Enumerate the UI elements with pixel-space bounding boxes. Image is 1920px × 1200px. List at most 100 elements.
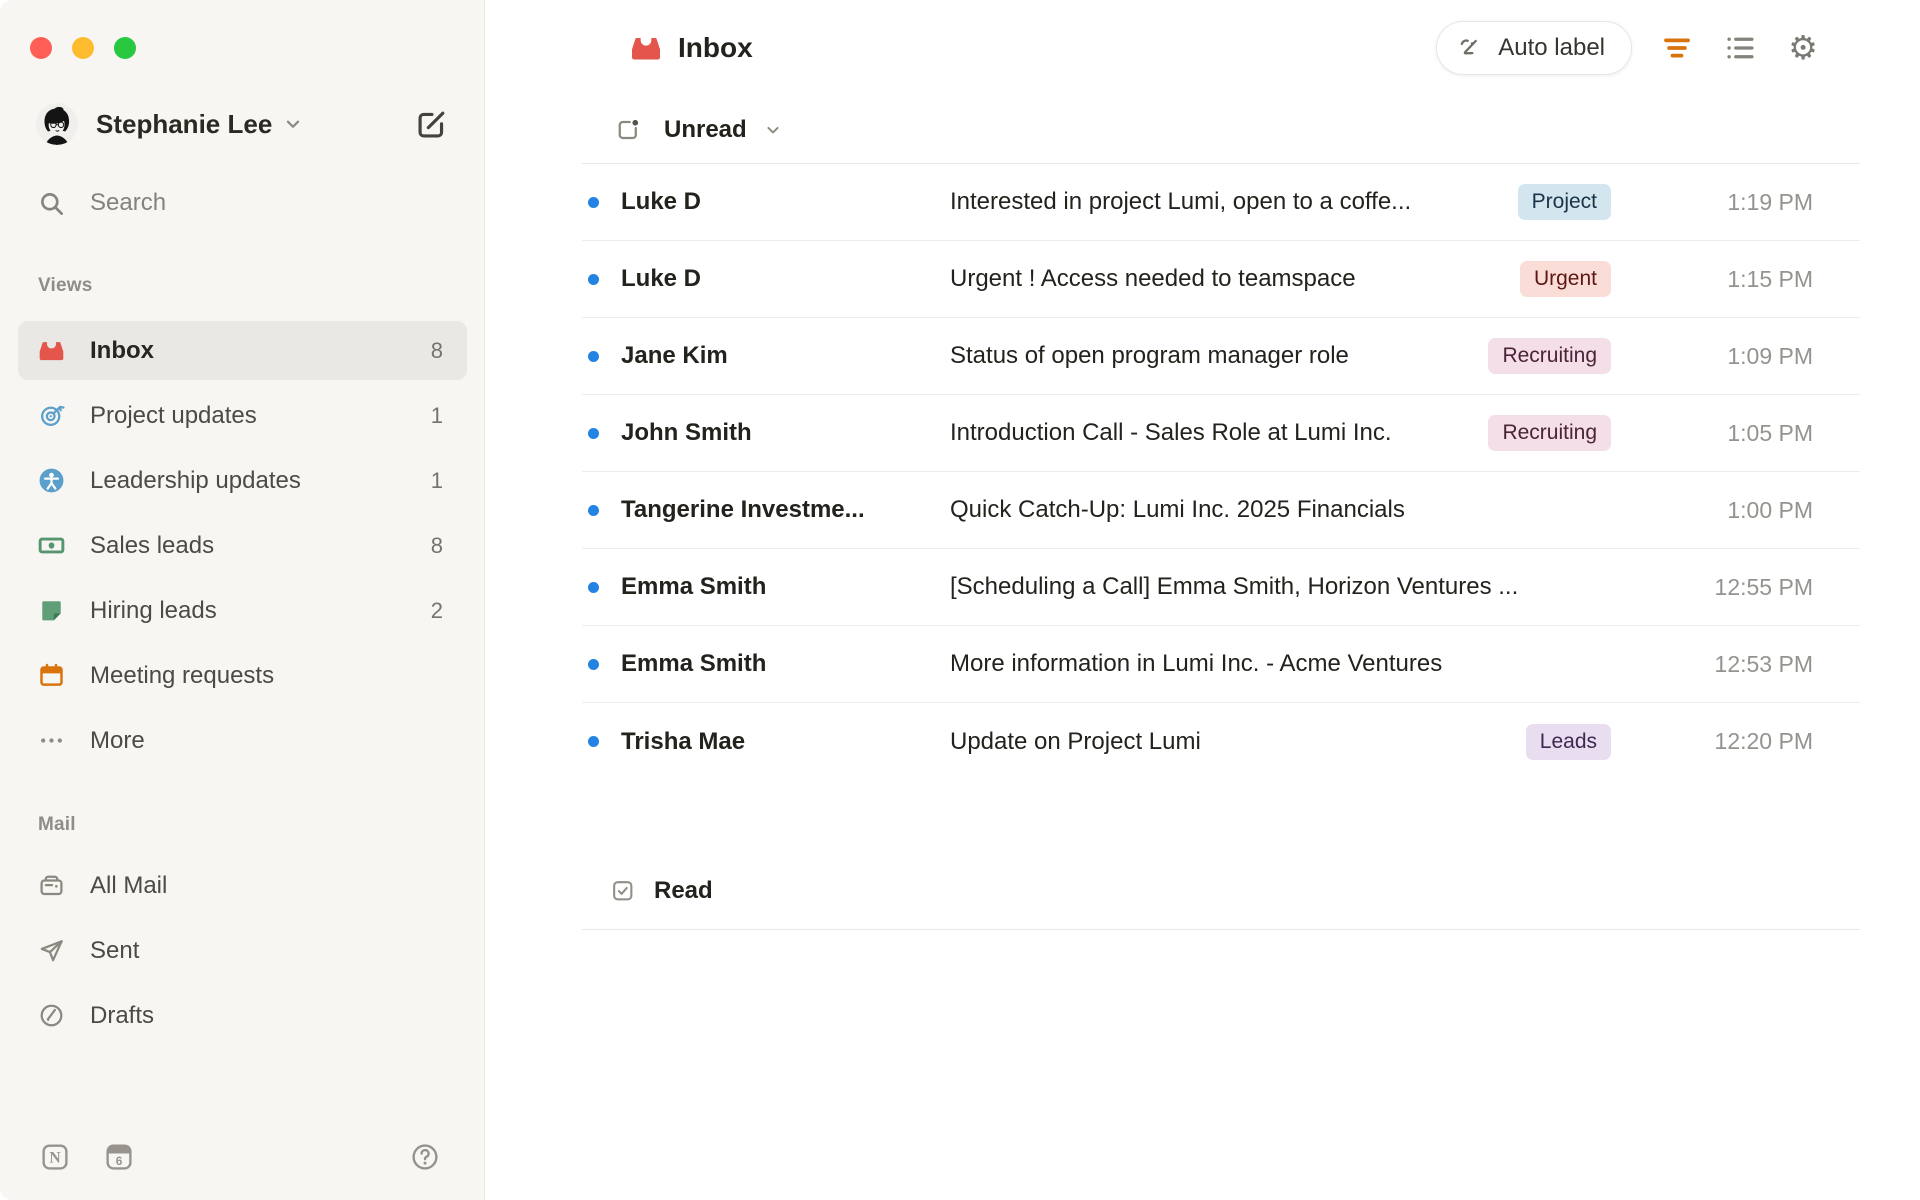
list-view-icon[interactable] bbox=[1723, 31, 1757, 65]
sidebar-item-count: 2 bbox=[430, 597, 443, 623]
sidebar-item-count: 8 bbox=[430, 532, 443, 558]
sidebar-item-meeting-requests[interactable]: Meeting requests bbox=[18, 646, 467, 705]
email-sender: Emma Smith bbox=[621, 650, 767, 677]
sidebar-item-count: 1 bbox=[430, 402, 443, 428]
unread-square-icon bbox=[615, 117, 641, 143]
email-sender: Trisha Mae bbox=[621, 727, 746, 755]
sidebar-item-count: 8 bbox=[430, 337, 443, 363]
unread-dot-icon bbox=[588, 273, 599, 285]
unread-dot-icon bbox=[588, 581, 599, 593]
email-label-chip: Recruiting bbox=[1488, 415, 1611, 451]
email-time: 12:20 PM bbox=[1714, 728, 1813, 754]
inbox-icon bbox=[38, 337, 65, 364]
read-section-header[interactable]: Read bbox=[582, 852, 1860, 930]
sidebar-item-project-updates[interactable]: Project updates 1 bbox=[18, 386, 467, 445]
unread-section-header[interactable]: Unread bbox=[582, 96, 1860, 164]
email-row[interactable]: Emma Smith [Scheduling a Call] Emma Smit… bbox=[582, 549, 1860, 626]
email-row[interactable]: Trisha Mae Update on Project Lumi Leads … bbox=[582, 703, 1860, 780]
read-section-title: Read bbox=[654, 876, 713, 904]
email-label-chip: Project bbox=[1517, 184, 1611, 220]
calendar-icon bbox=[38, 662, 65, 689]
auto-label-pen-icon bbox=[1457, 34, 1486, 63]
search-placeholder: Search bbox=[90, 189, 167, 216]
calendar-app-icon[interactable]: 6 bbox=[104, 1142, 134, 1172]
sidebar-item-more[interactable]: More bbox=[18, 711, 467, 770]
main-panel: Inbox Auto label ⚙︎ Unread Luke D Intere… bbox=[486, 0, 1920, 1200]
close-window-button[interactable] bbox=[30, 37, 52, 59]
chevron-down-icon bbox=[282, 113, 304, 135]
email-time: 1:19 PM bbox=[1727, 188, 1813, 215]
email-time: 1:15 PM bbox=[1727, 265, 1813, 292]
email-label-chip: Urgent bbox=[1519, 261, 1611, 297]
sidebar-item-sales-leads[interactable]: Sales leads 8 bbox=[18, 516, 467, 575]
email-label-chip: Recruiting bbox=[1488, 338, 1611, 374]
email-subject: Introduction Call - Sales Role at Lumi I… bbox=[950, 419, 1392, 446]
email-row[interactable]: Jane Kim Status of open program manager … bbox=[582, 318, 1860, 395]
views-section-label: Views bbox=[38, 275, 93, 296]
unread-dot-icon bbox=[588, 427, 599, 439]
unread-dot-icon bbox=[588, 736, 599, 747]
email-subject: Urgent ! Access needed to teamspace bbox=[950, 265, 1356, 292]
window-controls bbox=[0, 0, 484, 59]
notion-logo-icon[interactable]: N bbox=[40, 1142, 70, 1172]
email-row[interactable]: Luke D Interested in project Lumi, open … bbox=[582, 164, 1860, 241]
email-sender: John Smith bbox=[621, 419, 752, 446]
email-time: 12:53 PM bbox=[1714, 650, 1813, 677]
email-subject: Update on Project Lumi bbox=[950, 727, 1201, 755]
account-switcher[interactable]: Stephanie Lee bbox=[0, 103, 484, 145]
compose-icon[interactable] bbox=[415, 108, 448, 141]
sidebar-item-count: 1 bbox=[430, 467, 443, 493]
note-icon bbox=[38, 597, 65, 624]
sidebar-footer: N 6 bbox=[0, 1142, 484, 1174]
email-list-wrap: Unread Luke D Interested in project Lumi… bbox=[582, 96, 1860, 930]
svg-text:6: 6 bbox=[116, 1154, 123, 1168]
sidebar-item-all-mail[interactable]: All Mail bbox=[18, 856, 467, 915]
auto-label-button[interactable]: Auto label bbox=[1436, 21, 1632, 75]
email-subject: More information in Lumi Inc. - Acme Ven… bbox=[950, 650, 1443, 677]
email-time: 1:09 PM bbox=[1727, 342, 1813, 369]
email-subject: Quick Catch-Up: Lumi Inc. 2025 Financial… bbox=[950, 496, 1405, 523]
zoom-window-button[interactable] bbox=[114, 37, 136, 59]
email-row[interactable]: Luke D Urgent ! Access needed to teamspa… bbox=[582, 241, 1860, 318]
account-name: Stephanie Lee bbox=[96, 108, 273, 139]
email-row[interactable]: Tangerine Investme... Quick Catch-Up: Lu… bbox=[582, 472, 1860, 549]
email-time: 12:55 PM bbox=[1714, 573, 1813, 600]
email-sender: Tangerine Investme... bbox=[621, 496, 865, 523]
unread-section-title: Unread bbox=[664, 115, 747, 143]
unread-dot-icon bbox=[588, 196, 599, 208]
sidebar-item-drafts[interactable]: Drafts bbox=[18, 986, 467, 1045]
page-title: Inbox bbox=[678, 32, 753, 63]
settings-gear-icon[interactable]: ⚙︎ bbox=[1786, 31, 1820, 65]
sidebar-item-leadership-updates[interactable]: Leadership updates 1 bbox=[18, 451, 467, 510]
email-subject: Status of open program manager role bbox=[950, 342, 1349, 369]
app-window: Stephanie Lee Search Views Inbox 8 Proje… bbox=[0, 0, 1920, 1200]
email-list: Luke D Interested in project Lumi, open … bbox=[582, 164, 1860, 780]
target-icon bbox=[38, 402, 65, 429]
email-row[interactable]: Emma Smith More information in Lumi Inc.… bbox=[582, 626, 1860, 703]
ellipsis-icon bbox=[38, 727, 65, 754]
auto-label-text: Auto label bbox=[1498, 34, 1605, 61]
send-icon bbox=[38, 937, 65, 964]
person-icon bbox=[38, 467, 65, 494]
cash-icon bbox=[38, 532, 65, 559]
email-time: 1:05 PM bbox=[1727, 419, 1813, 446]
main-header: Inbox Auto label ⚙︎ bbox=[486, 0, 1920, 96]
mail-section-label: Mail bbox=[38, 814, 76, 835]
search-icon bbox=[38, 190, 65, 217]
email-row[interactable]: John Smith Introduction Call - Sales Rol… bbox=[582, 395, 1860, 472]
sidebar-item-inbox[interactable]: Inbox 8 bbox=[18, 321, 467, 380]
sidebar-item-hiring-leads[interactable]: Hiring leads 2 bbox=[18, 581, 467, 640]
help-icon[interactable] bbox=[410, 1142, 440, 1172]
draft-icon bbox=[38, 1002, 65, 1029]
email-sender: Luke D bbox=[621, 265, 702, 292]
email-sender: Luke D bbox=[621, 188, 702, 215]
read-checkbox-icon bbox=[610, 878, 635, 903]
filter-icon[interactable] bbox=[1660, 31, 1694, 65]
email-label-chip: Leads bbox=[1525, 723, 1611, 760]
email-sender: Emma Smith bbox=[621, 573, 767, 600]
minimize-window-button[interactable] bbox=[72, 37, 94, 59]
search-input[interactable]: Search bbox=[0, 183, 484, 223]
email-sender: Jane Kim bbox=[621, 342, 728, 369]
sidebar: Stephanie Lee Search Views Inbox 8 Proje… bbox=[0, 0, 485, 1200]
sidebar-item-sent[interactable]: Sent bbox=[18, 921, 467, 980]
